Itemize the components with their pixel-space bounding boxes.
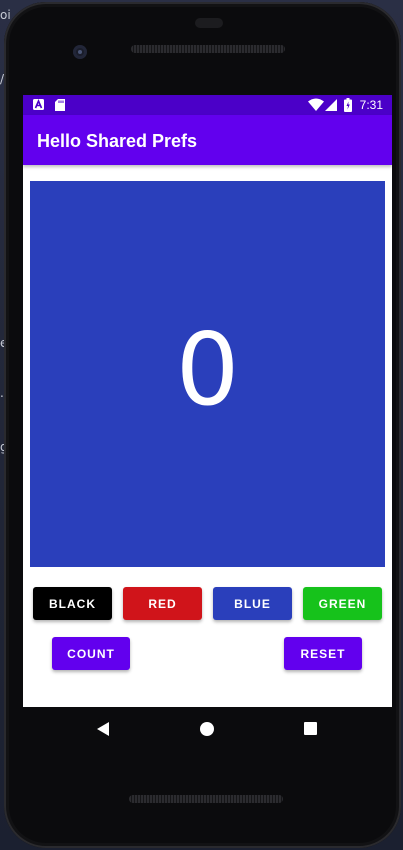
bottom-speaker-grille <box>129 795 283 803</box>
recents-icon[interactable] <box>304 722 317 740</box>
navigation-bar <box>23 707 392 751</box>
black-button[interactable]: BLACK <box>33 587 112 620</box>
app-bar: Hello Shared Prefs <box>23 115 392 165</box>
cell-signal-icon <box>325 99 337 114</box>
wifi-icon <box>308 98 324 114</box>
blue-button[interactable]: BLUE <box>213 587 292 620</box>
reset-button[interactable]: RESET <box>284 637 362 670</box>
count-display: 0 <box>30 181 385 567</box>
notification-a-icon <box>33 98 44 113</box>
red-button[interactable]: RED <box>123 587 202 620</box>
sensor-slot <box>195 18 223 28</box>
home-icon[interactable] <box>200 722 214 741</box>
back-icon[interactable] <box>97 722 109 741</box>
count-button[interactable]: COUNT <box>52 637 130 670</box>
app-title: Hello Shared Prefs <box>37 131 198 151</box>
device-screen: 7:31 Hello Shared Prefs 0 BLACK RED BLUE… <box>23 95 392 707</box>
status-time: 7:31 <box>359 98 383 112</box>
green-button[interactable]: GREEN <box>303 587 382 620</box>
status-bar: 7:31 <box>23 95 392 115</box>
desktop-edge-text: oi <box>0 8 11 22</box>
sd-card-icon <box>55 99 65 114</box>
count-value: 0 <box>175 310 240 428</box>
earpiece-grille <box>131 45 285 53</box>
battery-icon <box>344 98 352 115</box>
front-camera <box>73 45 87 59</box>
